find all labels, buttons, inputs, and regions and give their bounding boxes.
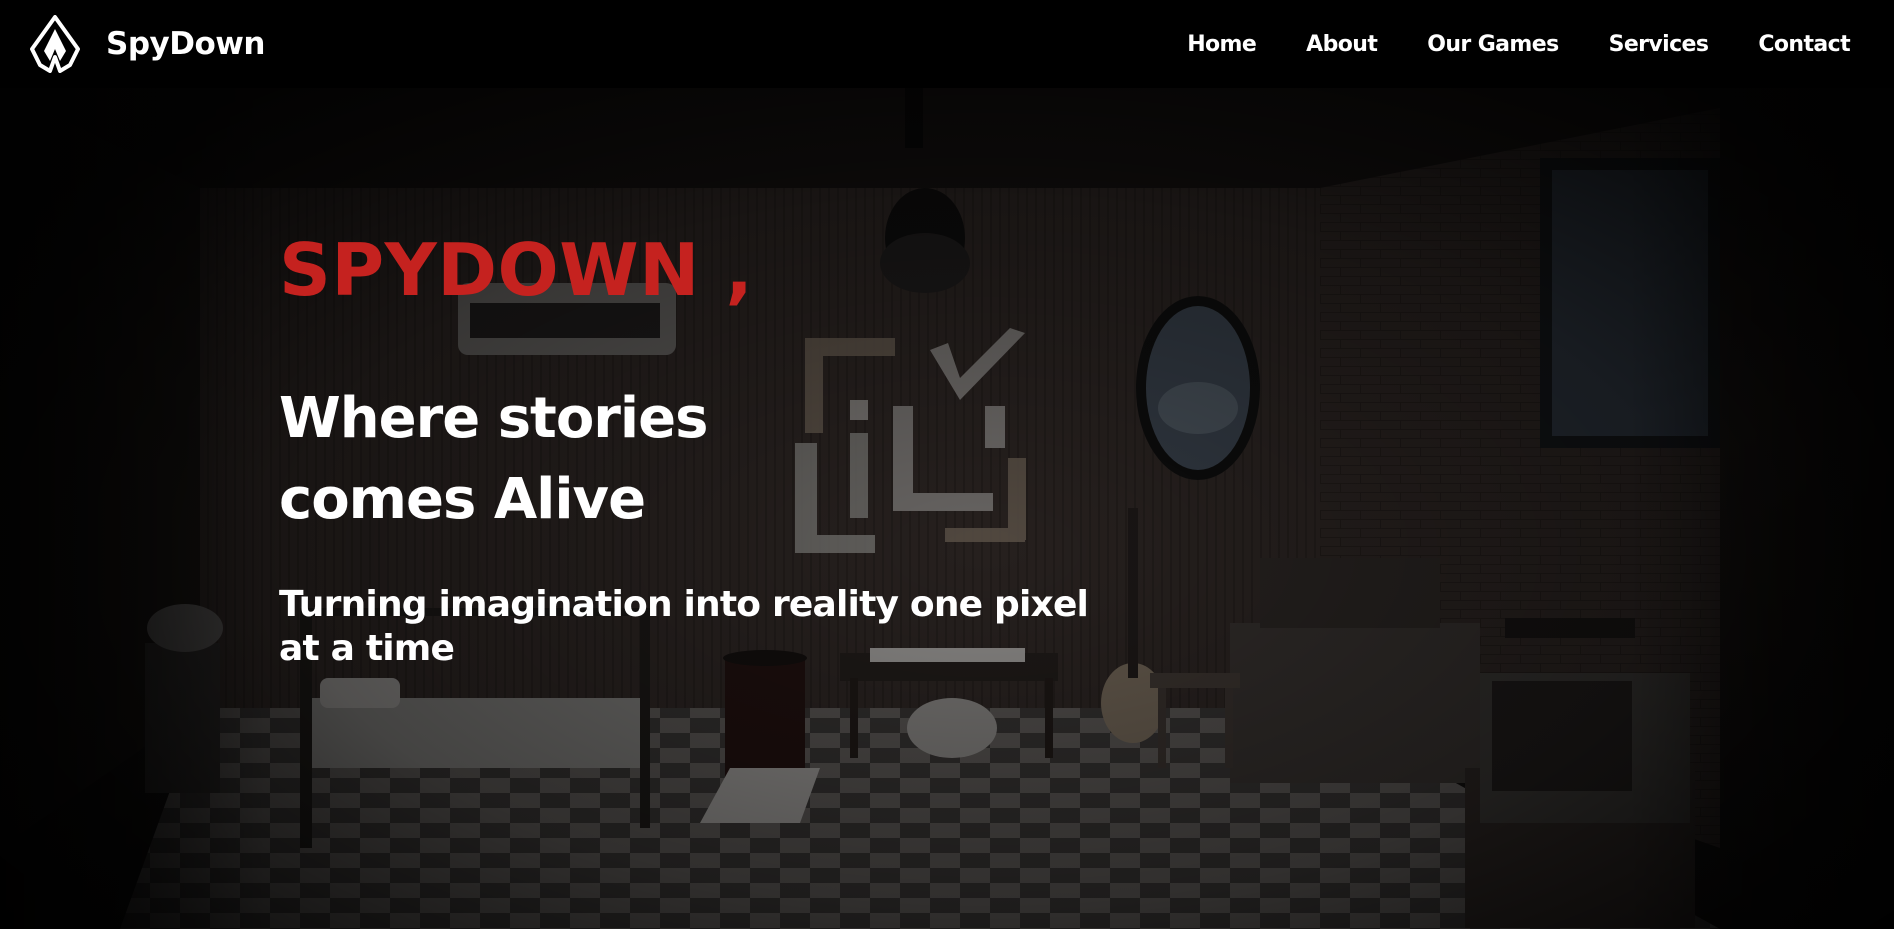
nav-services[interactable]: Services [1609,32,1709,57]
page: SpyDown Home About Our Games Services Co… [0,0,1894,929]
hero-tagline: Where stories comes Alive [279,386,708,532]
navbar: SpyDown Home About Our Games Services Co… [0,0,1894,88]
hero-brand-heading: SPYDOWN , [279,228,754,312]
nav-our-games[interactable]: Our Games [1427,32,1559,57]
hero-subtitle: Turning imagination into reality one pix… [279,584,1089,669]
main-nav: Home About Our Games Services Contact [1137,32,1850,57]
nav-about[interactable]: About [1306,32,1378,57]
brand-name[interactable]: SpyDown [106,26,265,62]
nav-home[interactable]: Home [1187,32,1257,57]
spydown-logo-icon[interactable] [26,15,84,73]
hero-section: SPYDOWN , Where stories comes Alive Turn… [0,88,1894,929]
brand[interactable]: SpyDown [26,15,265,73]
nav-contact[interactable]: Contact [1758,32,1850,57]
